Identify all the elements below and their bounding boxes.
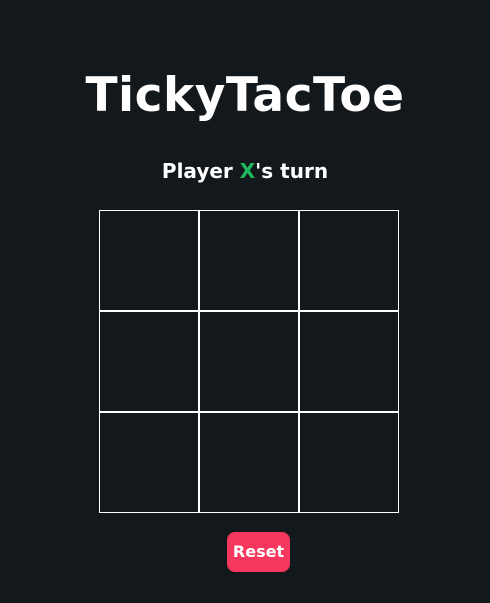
turn-prefix: Player: [161, 159, 240, 183]
board-cell-2[interactable]: [199, 210, 299, 311]
current-player-mark: X: [239, 159, 256, 183]
board-cell-9[interactable]: [299, 412, 399, 513]
board-cell-3[interactable]: [299, 210, 399, 311]
board-cell-7[interactable]: [99, 412, 199, 513]
board-cell-4[interactable]: [99, 311, 199, 412]
game-board: [99, 210, 399, 513]
turn-indicator: Player X's turn: [0, 156, 490, 186]
app-title: TickyTacToe: [85, 68, 405, 123]
board-cell-8[interactable]: [199, 412, 299, 513]
reset-button[interactable]: Reset: [227, 532, 290, 572]
turn-suffix: 's turn: [255, 159, 329, 183]
board-cell-1[interactable]: [99, 210, 199, 311]
board-cell-5[interactable]: [199, 311, 299, 412]
board-cell-6[interactable]: [299, 311, 399, 412]
